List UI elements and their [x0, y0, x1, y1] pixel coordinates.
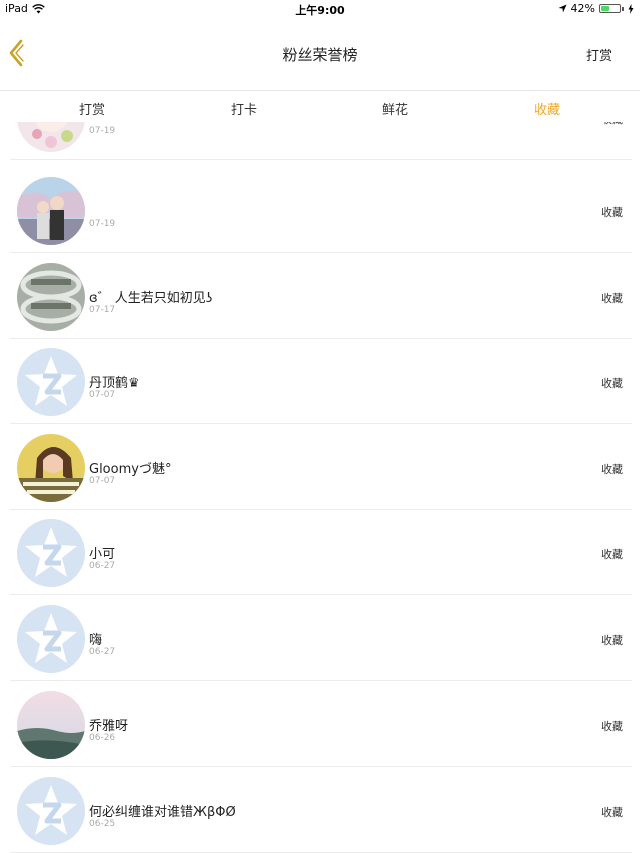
tab-checkin[interactable]: 打卡: [204, 99, 284, 118]
user-name: 小可: [89, 547, 116, 562]
user-name: 何必纠缠谁对谁错ЖβΦØ: [89, 805, 236, 820]
status-bar: iPad 上午9:00 42%: [0, 0, 640, 18]
divider: [10, 159, 632, 160]
date: 06-27: [89, 561, 116, 571]
favorite-label: 收藏: [601, 463, 623, 476]
user-name: 乔雅呀: [89, 719, 129, 734]
avatar: [17, 263, 85, 331]
date: 07-19: [89, 126, 116, 136]
favorite-label: 收藏: [601, 377, 623, 390]
date: 07-07: [89, 476, 116, 486]
list-item[interactable]: ɞ゛ 人生若只如初见ʖ 07-17 收藏: [0, 253, 640, 339]
list-item[interactable]: 乔雅呀 06-26 收藏: [0, 681, 640, 767]
favorite-label: 收藏: [601, 206, 623, 219]
list-item[interactable]: 丹顶鹤♛ 07-07 收藏: [0, 338, 640, 424]
reward-button[interactable]: 打赏: [586, 45, 612, 64]
avatar: [17, 177, 85, 245]
list-item[interactable]: 何必纠缠谁对谁错ЖβΦØ 06-25 收藏: [0, 767, 640, 853]
battery-percent: 42%: [570, 2, 595, 15]
user-name: ɞ゛ 人生若只如初见ʖ: [89, 291, 213, 306]
navigation-bar: 粉丝荣誉榜 打赏: [0, 18, 640, 90]
favorite-label: 收藏: [601, 634, 623, 647]
favorite-label: 收藏: [601, 548, 623, 561]
page-title: 粉丝荣誉榜: [282, 46, 358, 64]
date: 07-19: [89, 219, 116, 229]
list-item[interactable]: 小可 06-27 收藏: [0, 509, 640, 595]
avatar: [17, 434, 85, 502]
date: 07-17: [89, 305, 116, 315]
date: 06-26: [89, 733, 116, 743]
avatar: [17, 122, 85, 152]
clock: 上午9:00: [295, 4, 345, 17]
list-item[interactable]: 07-19 收藏: [0, 167, 640, 253]
favorite-label: 收藏: [601, 292, 623, 305]
list-item[interactable]: 07-19 收藏: [0, 122, 640, 160]
user-name: Gloomyづ魅°: [89, 462, 172, 477]
user-name: 嗨: [89, 633, 103, 648]
battery-icon: [599, 4, 621, 13]
location-arrow-icon: [557, 4, 567, 13]
avatar: [17, 348, 85, 416]
user-name: 丹顶鹤♛: [89, 376, 140, 391]
avatar: [17, 691, 85, 759]
date: 06-27: [89, 647, 116, 657]
avatar: [17, 777, 85, 845]
list-item[interactable]: 嗨 06-27 收藏: [0, 595, 640, 681]
avatar: [17, 519, 85, 587]
avatar: [17, 605, 85, 673]
list-item[interactable]: Gloomyづ魅° 07-07 收藏: [0, 424, 640, 510]
favorite-label: 收藏: [601, 806, 623, 819]
tab-reward[interactable]: 打赏: [52, 99, 132, 118]
favorite-label: 收藏: [601, 122, 623, 127]
tab-favorites[interactable]: 收藏: [507, 99, 587, 118]
favorite-label: 收藏: [601, 720, 623, 733]
fan-list: 07-19 收藏 07-19 收藏: [0, 122, 640, 853]
date: 06-25: [89, 819, 116, 829]
charging-bolt-icon: [628, 3, 634, 14]
tab-bar: 打赏 打卡 鲜花 收藏: [0, 90, 640, 122]
date: 07-07: [89, 390, 116, 400]
tab-flowers[interactable]: 鲜花: [355, 99, 435, 118]
